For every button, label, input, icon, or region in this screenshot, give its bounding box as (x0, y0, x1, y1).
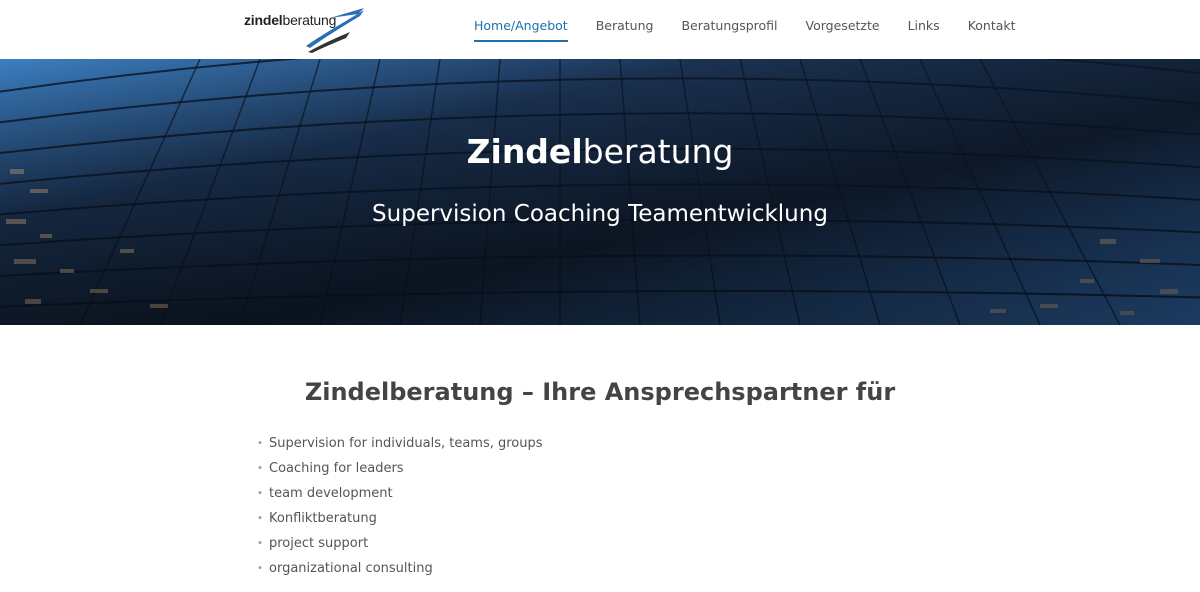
nav-item-vorgesetzte[interactable]: Vorgesetzte (806, 0, 880, 59)
nav-item-links[interactable]: Links (908, 0, 940, 59)
nav-item-beratung[interactable]: Beratung (596, 0, 654, 59)
site-logo[interactable]: zindelberatung (244, 6, 368, 54)
nav-item-home-angebot[interactable]: Home/Angebot (474, 0, 568, 59)
hero-banner: Zindelberatung Supervision Coaching Team… (0, 59, 1200, 325)
hero-subtitle: Supervision Coaching Teamentwicklung (372, 201, 828, 227)
list-item: Coaching for leaders (257, 461, 543, 486)
services-list: Supervision for individuals, teams, grou… (257, 436, 543, 586)
page-heading: Zindelberatung – Ihre Ansprechspartner f… (304, 378, 896, 406)
list-item: team development (257, 486, 543, 511)
site-header: zindelberatung Home/Angebot Beratung Ber… (0, 0, 1200, 59)
logo-swoosh-icon (306, 8, 364, 53)
list-item: organizational consulting (257, 561, 543, 586)
nav-item-beratungsprofil[interactable]: Beratungsprofil (681, 0, 777, 59)
list-item: Supervision for individuals, teams, grou… (257, 436, 543, 461)
nav-item-kontakt[interactable]: Kontakt (968, 0, 1016, 59)
hero-title: Zindelberatung (466, 132, 734, 171)
list-item: project support (257, 536, 543, 561)
hero-background-image (0, 59, 1200, 325)
list-item: Konfliktberatung (257, 511, 543, 536)
main-nav: Home/Angebot Beratung Beratungsprofil Vo… (460, 0, 1030, 59)
